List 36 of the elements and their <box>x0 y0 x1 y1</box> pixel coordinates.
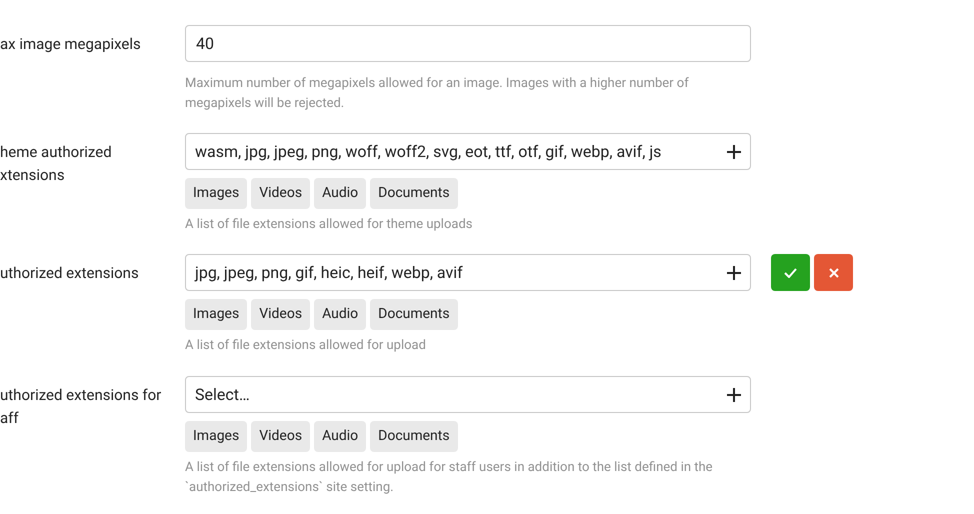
help-text: A list of file extensions allowed for upload for staff users in addition to the list defined in the `authorized_extensions` site setting. <box>185 459 714 497</box>
plus-icon <box>727 388 741 402</box>
help-text: A list of file extensions allowed for upload <box>185 337 427 355</box>
field-value: wasm, jpg, jpeg, png, woff, woff2, svg, eot, ttf, otf, gif, webp, avif, js <box>195 140 662 162</box>
checkmark-icon <box>784 268 797 278</box>
setting-label: aff <box>0 408 20 429</box>
help-text: A list of file extensions allowed for theme uploads <box>185 216 474 234</box>
field-placeholder: Select… <box>195 384 250 406</box>
preset-button[interactable]: Audio <box>314 178 366 209</box>
preset-button[interactable]: Audio <box>314 421 366 452</box>
setting-label: ax image megapixels <box>0 34 142 55</box>
preset-button[interactable]: Documents <box>370 299 458 330</box>
cancel-button[interactable] <box>814 254 853 291</box>
setting-label: uthorized extensions <box>0 263 140 284</box>
preset-button[interactable]: Audio <box>314 299 366 330</box>
multi-select-field[interactable]: Select… <box>185 376 751 413</box>
multi-select-field[interactable]: jpg, jpeg, png, gif, heic, heif, webp, avif <box>185 254 751 291</box>
preset-button[interactable]: Videos <box>251 421 310 452</box>
plus-icon <box>727 266 741 280</box>
field-value: jpg, jpeg, png, gif, heic, heif, webp, avif <box>195 262 463 284</box>
preset-button[interactable]: Images <box>185 178 248 209</box>
setting-label: uthorized extensions for <box>0 385 162 406</box>
help-text: Maximum number of megapixels allowed for an image. Images with a higher number of megapixels will be rejected. <box>185 75 690 113</box>
close-icon <box>828 268 838 278</box>
preset-button[interactable]: Documents <box>370 178 458 209</box>
preset-button[interactable]: Videos <box>251 178 310 209</box>
preset-button[interactable]: Images <box>185 421 248 452</box>
preset-button[interactable]: Documents <box>370 421 458 452</box>
save-button[interactable] <box>771 254 810 291</box>
preset-button[interactable]: Images <box>185 299 248 330</box>
setting-label: xtensions <box>0 165 66 186</box>
multi-select-field[interactable]: wasm, jpg, jpeg, png, woff, woff2, svg, eot, ttf, otf, gif, webp, avif, js <box>185 133 751 170</box>
setting-label: heme authorized <box>0 142 113 163</box>
input-field[interactable]: 40 <box>185 25 751 62</box>
plus-icon <box>727 144 741 158</box>
preset-button[interactable]: Videos <box>251 299 310 330</box>
